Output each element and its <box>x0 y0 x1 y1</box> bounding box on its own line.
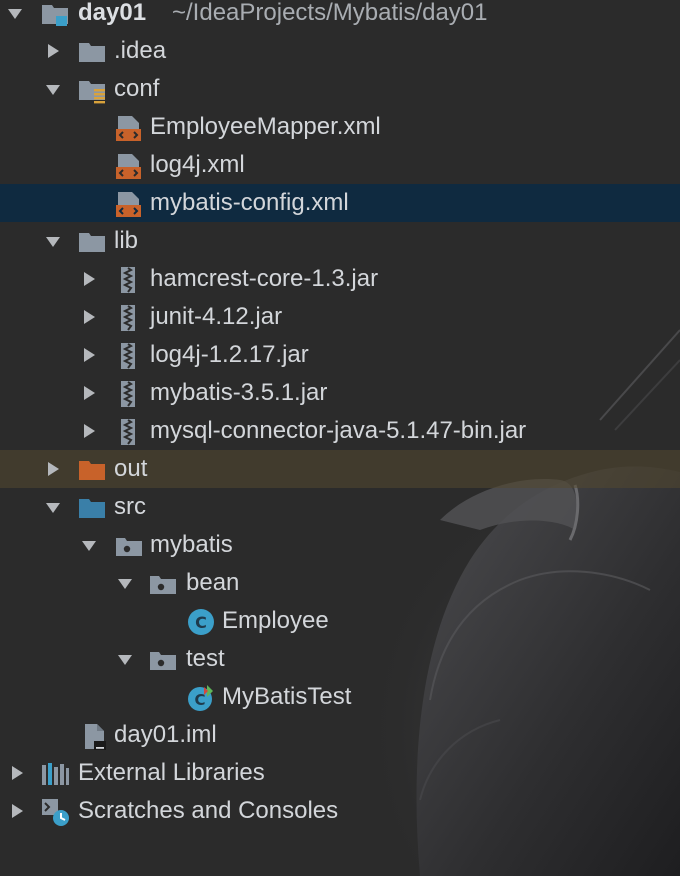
tree-item-label: hamcrest-core-1.3.jar <box>150 265 379 292</box>
tree-item-label: mybatis <box>150 531 233 558</box>
resources-folder-icon <box>77 75 107 105</box>
tree-item-package-mybatis[interactable]: mybatis <box>0 526 680 564</box>
iml-file-icon <box>80 721 110 751</box>
tree-item-label: log4j.xml <box>150 151 245 178</box>
folder-icon <box>77 227 107 257</box>
collapsed-arrow-icon[interactable] <box>78 298 100 336</box>
package-icon <box>148 569 178 599</box>
tree-item-mysql-connector-jar[interactable]: mysql-connector-java-5.1.47-bin.jar <box>0 412 680 450</box>
folder-icon <box>77 37 107 67</box>
tree-item-label: log4j-1.2.17.jar <box>150 341 309 368</box>
collapsed-arrow-icon[interactable] <box>78 260 100 298</box>
tree-item-label: mybatis-config.xml <box>150 189 349 216</box>
collapsed-arrow-icon[interactable] <box>42 450 64 488</box>
tree-item-label: EmployeeMapper.xml <box>150 113 381 140</box>
tree-item-label: day01.iml <box>114 721 217 748</box>
expanded-arrow-icon[interactable] <box>78 526 100 564</box>
package-icon <box>114 531 144 561</box>
collapsed-arrow-icon[interactable] <box>78 412 100 450</box>
tree-item-label: External Libraries <box>78 759 265 786</box>
tree-item-label: out <box>114 455 148 482</box>
project-path: ~/IdeaProjects/Mybatis/day01 <box>172 0 488 26</box>
xml-file-icon <box>114 189 144 219</box>
tree-item-label: junit-4.12.jar <box>150 303 283 330</box>
tree-item-label: src <box>114 493 146 520</box>
tree-item-label: test <box>186 645 225 672</box>
collapsed-arrow-icon[interactable] <box>6 792 28 830</box>
collapsed-arrow-icon[interactable] <box>42 32 64 70</box>
tree-item-log4j-xml[interactable]: log4j.xml <box>0 146 680 184</box>
jar-icon <box>114 303 144 333</box>
libraries-icon <box>40 759 70 789</box>
tree-item-label: Scratches and Consoles <box>78 797 339 824</box>
jar-icon <box>114 341 144 371</box>
expanded-arrow-icon[interactable] <box>114 640 136 678</box>
excluded-folder-icon <box>77 455 107 485</box>
xml-file-icon <box>114 151 144 181</box>
tree-item-class-mybatis-test[interactable]: C MyBatisTest <box>0 678 680 716</box>
package-icon <box>148 645 178 675</box>
jar-icon <box>114 417 144 447</box>
expanded-arrow-icon[interactable] <box>4 0 26 32</box>
test-class-icon: C <box>186 683 216 713</box>
expanded-arrow-icon[interactable] <box>42 70 64 108</box>
tree-item-idea[interactable]: .idea <box>0 32 680 70</box>
tree-item-out[interactable]: out <box>0 450 680 488</box>
expanded-arrow-icon[interactable] <box>42 222 64 260</box>
source-folder-icon <box>77 493 107 523</box>
collapsed-arrow-icon[interactable] <box>78 336 100 374</box>
tree-item-external-libraries[interactable]: External Libraries <box>0 754 680 792</box>
tree-item-hamcrest-jar[interactable]: hamcrest-core-1.3.jar <box>0 260 680 298</box>
jar-icon <box>114 379 144 409</box>
class-icon: C <box>186 607 216 637</box>
tree-item-employee-mapper-xml[interactable]: EmployeeMapper.xml <box>0 108 680 146</box>
tree-item-log4j-jar[interactable]: log4j-1.2.17.jar <box>0 336 680 374</box>
tree-item-lib[interactable]: lib <box>0 222 680 260</box>
project-folder-icon <box>40 0 70 29</box>
tree-item-class-employee[interactable]: C Employee <box>0 602 680 640</box>
tree-item-label: conf <box>114 75 160 102</box>
project-name: day01 <box>78 0 147 26</box>
project-tree-panel: day01 ~/IdeaProjects/Mybatis/day01 .idea… <box>0 0 680 876</box>
expanded-arrow-icon[interactable] <box>42 488 64 526</box>
tree-item-src[interactable]: src <box>0 488 680 526</box>
tree-item-label: bean <box>186 569 240 596</box>
tree-item-label: MyBatisTest <box>222 683 352 710</box>
tree-item-label: lib <box>114 227 139 254</box>
scratches-icon <box>40 797 70 827</box>
tree-item-label: mybatis-3.5.1.jar <box>150 379 328 406</box>
tree-item-day01-iml[interactable]: day01.iml <box>0 716 680 754</box>
tree-item-mybatis-jar[interactable]: mybatis-3.5.1.jar <box>0 374 680 412</box>
tree-item-project-root[interactable]: day01 ~/IdeaProjects/Mybatis/day01 <box>0 0 680 32</box>
expanded-arrow-icon[interactable] <box>114 564 136 602</box>
svg-text:C: C <box>194 691 205 709</box>
tree-item-label: Employee <box>222 607 329 634</box>
xml-file-icon <box>114 113 144 143</box>
tree-item-package-test[interactable]: test <box>0 640 680 678</box>
tree-item-conf[interactable]: conf <box>0 70 680 108</box>
tree-item-mybatis-config-xml[interactable]: mybatis-config.xml <box>0 184 680 222</box>
tree-item-label: .idea <box>114 37 167 64</box>
svg-text:C: C <box>195 613 207 632</box>
tree-item-junit-jar[interactable]: junit-4.12.jar <box>0 298 680 336</box>
tree-item-package-bean[interactable]: bean <box>0 564 680 602</box>
collapsed-arrow-icon[interactable] <box>6 754 28 792</box>
tree-item-scratches-and-consoles[interactable]: Scratches and Consoles <box>0 792 680 830</box>
tree-item-label: mysql-connector-java-5.1.47-bin.jar <box>150 417 527 444</box>
collapsed-arrow-icon[interactable] <box>78 374 100 412</box>
jar-icon <box>114 265 144 295</box>
